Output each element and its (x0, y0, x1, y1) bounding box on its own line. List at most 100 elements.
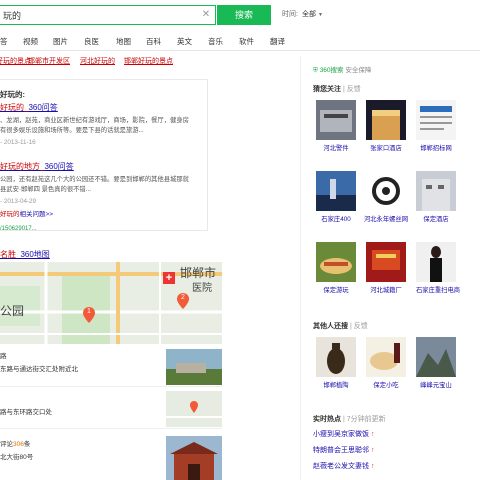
poi-photo[interactable] (166, 349, 222, 385)
section-title: 实时热点 (313, 416, 341, 423)
map-result-link[interactable]: 名胜_360地图 (0, 249, 50, 260)
guess-section-title: 猜您关注 | 反馈 (313, 84, 361, 94)
thumbnail-caption[interactable]: 保定游玩 (312, 286, 360, 295)
hot-topic-item[interactable]: 小瘦到吴京家做饭 ↑ (313, 429, 375, 439)
related-link[interactable]: 河北好玩的 (80, 56, 115, 66)
hot-topic-item[interactable]: 特朗普会王思聪邻 ↑ (313, 445, 375, 455)
thumbnail-image[interactable] (316, 337, 356, 377)
poi-item[interactable]: 评论306条 北大街80号 (0, 430, 222, 480)
tab-qa[interactable]: 答 (0, 36, 8, 47)
poi-address: 路与东环路交口处 (0, 409, 52, 416)
thumbnail-caption[interactable]: 石家庄重扫电商 (412, 286, 464, 295)
section-title: 猜您关注 (313, 86, 341, 93)
poi-photo[interactable] (166, 436, 222, 480)
poi-name: 路 (0, 353, 7, 360)
thumbnail-caption[interactable]: 河北永年螺丝网 (362, 215, 410, 224)
search-bar: ✕ 搜索 时间: 全部▼ (0, 0, 480, 30)
result-snippet: 有很多娱乐设施和场所等。要是下县的话就是旅游... (0, 127, 144, 134)
more-questions-link[interactable]: 好玩的相关问题>> (0, 208, 53, 218)
search-box[interactable]: ✕ (0, 5, 216, 25)
poi-item[interactable]: 路 东路与通达街交汇处附近北 (0, 346, 222, 387)
result-url: /150629017... (0, 226, 37, 232)
thumbnail-caption[interactable]: 邯郸招标网 (412, 144, 460, 153)
thumbnail-image[interactable] (416, 171, 456, 211)
thumbnail-image[interactable] (366, 337, 406, 377)
time-filter-label: 时间: (282, 11, 298, 18)
hot-topics-title: 实时热点 | 7分钟前更新 (313, 414, 386, 424)
shield-icon: ⛨ (313, 67, 318, 74)
thumbnail-image[interactable] (316, 100, 356, 140)
hot-topic-item[interactable]: 赵薇老公发文妻钱 ↑ (313, 461, 375, 471)
thumbnail-image[interactable] (316, 242, 356, 282)
thumbnail-image[interactable] (366, 242, 406, 282)
related-link[interactable]: 邯郸好玩的景点 (0, 56, 31, 66)
thumbnail-caption[interactable]: 河北城籍厂 (362, 286, 410, 295)
thumbnail-image[interactable] (366, 100, 406, 140)
review-label: 评论 (0, 441, 13, 448)
more-highlight: 好玩的 (0, 211, 20, 218)
poi-item[interactable]: 路与东环路交口处 (0, 388, 222, 429)
tab-baike[interactable]: 百科 (146, 36, 161, 47)
search-button[interactable]: 搜索 (217, 5, 271, 25)
thumbnail-image[interactable] (366, 171, 406, 211)
link-highlight: 好玩的_ (0, 103, 29, 112)
tab-translate[interactable]: 翻译 (270, 36, 285, 47)
qa-result-link[interactable]: 好玩的地方_360问答 (0, 161, 74, 172)
map-label-park: 公园 (0, 304, 25, 318)
hot-topic-text: 特朗普会王思聪邻 (313, 447, 369, 454)
result-snippet: 、龙湖，赵苑，商业区新世纪有游戏厅，商场，影院，餐厅，健身房 (0, 117, 189, 124)
thumbnail-caption[interactable]: 张家口酒店 (362, 144, 410, 153)
thumbnail-image[interactable] (416, 100, 456, 140)
section-title: 其他人还搜 (313, 323, 348, 330)
review-count: 306 (13, 441, 24, 448)
qa-result-link[interactable]: 好玩的_360问答 (0, 102, 58, 113)
link-highlight: 名胜 (0, 250, 16, 259)
thumbnail-image[interactable] (416, 242, 456, 282)
tab-video[interactable]: 视频 (23, 36, 38, 47)
result-snippet: 公园，还有赵苑这几个大的公园还不错。要是到邯郸的其他县城那就 (0, 176, 189, 183)
thumbnail-caption[interactable]: 石家庄400 (312, 215, 360, 224)
thumbnail-caption[interactable]: 保定小吃 (362, 381, 410, 390)
arrow-up-icon: ↑ (371, 463, 375, 470)
tab-health[interactable]: 良医 (84, 36, 99, 47)
tab-music[interactable]: 音乐 (208, 36, 223, 47)
poi-rating: 评论306条 (0, 438, 30, 448)
feedback-link[interactable]: | 反馈 (350, 323, 368, 330)
result-date: - 2013-11-16 (0, 139, 36, 146)
map-view[interactable]: 邯郸市 医院 公园 + 1 2 (0, 262, 222, 344)
related-link[interactable]: 邯郸市开发区 (28, 56, 70, 66)
card-title: 好玩的: (0, 90, 25, 99)
link-source: 360问答 (44, 162, 74, 171)
tab-english[interactable]: 英文 (177, 36, 192, 47)
link-highlight: 好玩的地方_ (0, 162, 45, 171)
marker-number: 1 (87, 308, 91, 315)
hospital-icon: + (163, 272, 175, 284)
poi-address: 东路与通达街交汇处附近北 (0, 366, 78, 373)
safe-label: 360搜索 (319, 67, 344, 74)
related-link[interactable]: 邯郸好玩的景点 (124, 56, 173, 66)
others-section-title: 其他人还搜 | 反馈 (313, 321, 368, 331)
thumbnail-caption[interactable]: 河北警件 (312, 144, 360, 153)
clear-icon[interactable]: ✕ (200, 9, 212, 21)
arrow-up-icon: ↑ (371, 431, 375, 438)
tab-map[interactable]: 地图 (116, 36, 131, 47)
map-label-hospital: 医院 (192, 283, 212, 294)
related-searches: 邯郸好玩的景点 邯郸市开发区 河北好玩的 邯郸好玩的景点 (0, 56, 300, 68)
security-badge: ⛨ 360搜索 安全保障 (313, 64, 371, 75)
tab-images[interactable]: 图片 (53, 36, 68, 47)
feedback-link[interactable]: | 反馈 (343, 86, 361, 93)
result-snippet: 县武安·邯郸四 景色真的很不错... (0, 186, 91, 193)
time-filter-value[interactable]: 全部 (302, 11, 316, 18)
thumbnail-caption[interactable]: 峰峰元宝山 (412, 381, 460, 390)
thumbnail-caption[interactable]: 保定酒店 (412, 215, 460, 224)
thumbnail-image[interactable] (316, 171, 356, 211)
time-filter[interactable]: 时间: 全部 ▼ (282, 9, 323, 19)
thumbnail-image[interactable] (416, 337, 456, 377)
hot-topic-text: 赵薇老公发文妻钱 (313, 463, 369, 470)
more-text: 相关问题>> (19, 211, 54, 218)
tab-software[interactable]: 软件 (239, 36, 254, 47)
search-input[interactable] (3, 9, 193, 21)
thumbnail-caption[interactable]: 邯郸植陶 (312, 381, 360, 390)
review-unit: 条 (23, 441, 31, 448)
poi-map-thumb[interactable] (166, 391, 222, 427)
